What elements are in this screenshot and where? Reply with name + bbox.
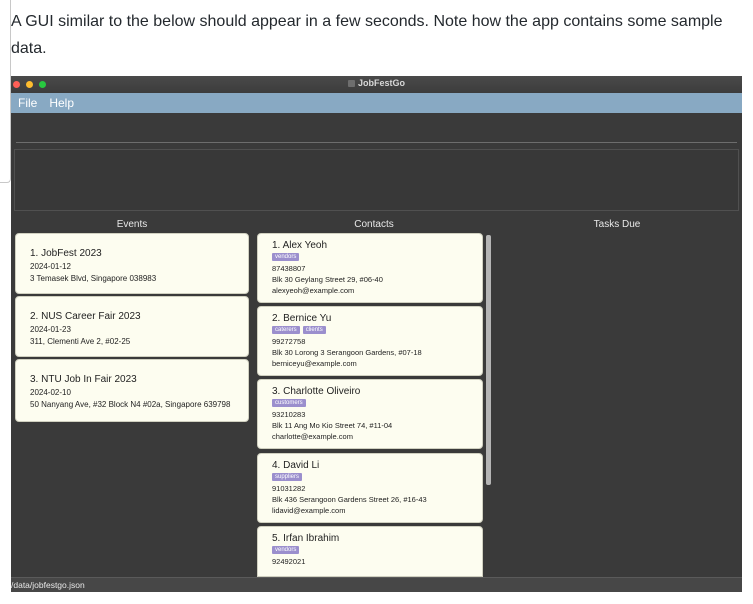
contact-address: Blk 30 Geylang Street 29, #06-40 <box>272 275 383 284</box>
contact-address: Blk 11 Ang Mo Kio Street 74, #11-04 <box>272 421 393 430</box>
contact-tags: caterers clients <box>272 326 468 335</box>
contact-phone: 91031282 <box>272 484 306 493</box>
window-title-text: JobFestGo <box>357 78 405 88</box>
contact-name: 3. Charlotte Oliveiro <box>272 386 361 397</box>
tasks-due-header: Tasks Due <box>593 219 641 230</box>
menu-file[interactable]: File <box>18 96 37 110</box>
result-display <box>14 149 739 211</box>
contact-tag: vendors <box>272 546 300 554</box>
command-input[interactable] <box>16 113 737 143</box>
contact-card[interactable]: 4. David Li suppliers 91031282 Blk 436 S… <box>257 453 483 523</box>
contact-card[interactable]: 3. Charlotte Oliveiro customers 93210283… <box>257 379 483 449</box>
status-file-path: /data/jobfestgo.json <box>11 580 85 590</box>
menu-help[interactable]: Help <box>49 96 74 110</box>
status-bar: /data/jobfestgo.json <box>11 577 742 592</box>
app-window: JobFestGo File Help Events Contacts Task… <box>11 76 742 592</box>
contact-email: alexyeoh@example.com <box>272 286 355 295</box>
contact-email: lidavid@example.com <box>272 506 346 515</box>
contact-name: 1. Alex Yeoh <box>272 240 328 251</box>
event-card[interactable]: 3. NTU Job In Fair 2023 2024-02-10 50 Na… <box>15 359 249 422</box>
event-card[interactable]: 2. NUS Career Fair 2023 2024-01-23 311, … <box>15 296 249 357</box>
contacts-scrollbar[interactable] <box>486 235 491 485</box>
contact-name: 5. Irfan Ibrahim <box>272 533 340 544</box>
contact-email: berniceyu@example.com <box>272 359 357 368</box>
menu-bar: File Help <box>11 93 742 113</box>
window-title: JobFestGo <box>11 78 742 88</box>
contact-tag: clients <box>302 326 326 334</box>
contact-name: 2. Bernice Yu <box>272 313 332 324</box>
event-title: 3. NTU Job In Fair 2023 <box>30 374 137 385</box>
app-icon <box>347 80 355 87</box>
event-address: 50 Nanyang Ave, #32 Block N4 #02a, Singa… <box>30 400 231 409</box>
event-card[interactable]: 1. JobFest 2023 2024-01-12 3 Temasek Blv… <box>15 233 249 294</box>
intro-text: A GUI similar to the below should appear… <box>11 13 723 57</box>
event-title: 1. JobFest 2023 <box>30 248 102 259</box>
event-date: 2024-02-10 <box>30 388 71 397</box>
contact-card[interactable]: 2. Bernice Yu caterers clients 99272758 B… <box>257 306 483 376</box>
contact-card[interactable]: 5. Irfan Ibrahim vendors 92492021 <box>257 526 483 577</box>
contact-phone: 99272758 <box>272 337 306 346</box>
contact-tag: suppliers <box>272 473 303 481</box>
contact-tag: caterers <box>272 326 300 334</box>
contact-address: Blk 436 Serangoon Gardens Street 26, #16… <box>272 495 427 504</box>
contact-tags: suppliers <box>272 473 468 482</box>
page: A GUI similar to the below should appear… <box>0 0 753 604</box>
contact-address: Blk 30 Lorong 3 Serangoon Gardens, #07-1… <box>272 348 422 357</box>
contacts-header: Contacts <box>354 219 394 230</box>
event-address: 311, Clementi Ave 2, #02-25 <box>30 337 131 346</box>
contact-phone: 87438807 <box>272 264 306 273</box>
event-address: 3 Temasek Blvd, Singapore 038983 <box>30 274 157 283</box>
contact-tags: customers <box>272 399 468 408</box>
title-bar: JobFestGo <box>11 76 742 93</box>
contact-tag: vendors <box>272 253 300 261</box>
contact-name: 4. David Li <box>272 460 320 471</box>
contact-phone: 92492021 <box>272 557 306 566</box>
intro-rule <box>0 0 11 183</box>
event-title: 2. NUS Career Fair 2023 <box>30 311 141 322</box>
contact-tags: vendors <box>272 546 468 555</box>
contact-tag: customers <box>272 399 306 407</box>
contact-card[interactable]: 1. Alex Yeoh vendors 87438807 Blk 30 Gey… <box>257 233 483 303</box>
contact-email: charlotte@example.com <box>272 432 353 441</box>
event-date: 2024-01-23 <box>30 325 71 334</box>
event-date: 2024-01-12 <box>30 262 71 271</box>
events-header: Events <box>116 219 148 230</box>
contact-phone: 93210283 <box>272 410 306 419</box>
contact-tags: vendors <box>272 253 468 262</box>
